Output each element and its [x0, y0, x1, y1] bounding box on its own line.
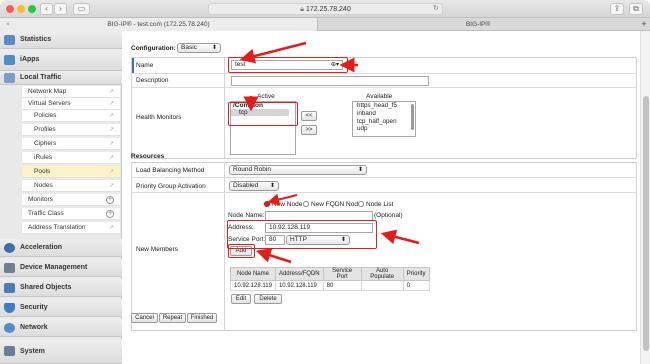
arrow-icon: ↗ [108, 155, 114, 161]
close-window-icon[interactable] [6, 5, 14, 13]
sidebar-item-label: Policies [34, 112, 57, 119]
sidebar-item-nodes[interactable]: Nodes ↗ [22, 180, 120, 192]
statistics-icon [4, 35, 15, 45]
sidebar-section-acceleration[interactable]: Acceleration [0, 239, 122, 257]
zoom-window-icon[interactable] [28, 5, 36, 13]
sidebar-item-network-map[interactable]: Network Map ↗ [22, 86, 120, 98]
sidebar-section-label: iApps [20, 56, 40, 63]
system-icon [4, 346, 15, 356]
sidebar-section-local-traffic[interactable]: Local Traffic [0, 71, 122, 85]
tab-bigip-test[interactable]: × BIG-IP® - test.com (172.25.78.240) [0, 18, 318, 31]
tab-label: BIG-IP® [465, 21, 491, 28]
sidebar-item-label: Address Translation [28, 224, 86, 231]
new-tab-button[interactable]: + [638, 18, 650, 31]
sidebar-section-security[interactable]: Security [0, 299, 122, 317]
sidebar-section-label: Acceleration [20, 244, 63, 251]
sidebar-section-label: Security [20, 304, 48, 311]
sidebar-item-label: Nodes [34, 182, 53, 189]
page-scrollbar[interactable] [640, 31, 650, 364]
sidebar-item-label: Pools [34, 168, 51, 175]
arrow-to-address [380, 229, 420, 245]
sidebar-item-traffic-class[interactable]: Traffic Class + [22, 208, 120, 220]
sidebar-section-label: System [20, 348, 45, 355]
arrow-icon: ↗ [108, 141, 114, 147]
minimize-window-icon[interactable] [17, 5, 25, 13]
arrow-icon: ↗ [108, 127, 114, 133]
sidebar-section-label: Statistics [20, 36, 52, 43]
sidebar-section-network[interactable]: Network [0, 319, 122, 337]
main-content: Configuration: Basic ⬍ Name test ⊕▾ Descr… [123, 31, 639, 364]
arrow-icon: ↗ [108, 113, 114, 119]
forward-button[interactable]: › [54, 3, 67, 15]
sidebar-item-label: iRules [34, 154, 53, 161]
tab-label: BIG-IP® - test.com (172.25.78.240) [107, 21, 210, 28]
sidebar-item-pools[interactable]: Pools ↗ [22, 166, 120, 178]
sidebar-section-shared-objects[interactable]: Shared Objects [0, 279, 122, 297]
title-bar: ‹ › ▭ 🔒︎ 172.25.78.240 ↻ ⇪ ⧉ [0, 0, 650, 18]
add-icon[interactable]: + [106, 196, 114, 204]
back-button[interactable]: ‹ [40, 3, 53, 15]
sidebar-item-ciphers[interactable]: Ciphers ↗ [22, 138, 120, 150]
sidebar-toggle-icon[interactable]: ▭ [73, 3, 90, 15]
tab-close-icon[interactable]: × [6, 18, 10, 31]
address-bar[interactable]: 🔒︎ 172.25.78.240 [208, 3, 443, 15]
arrow-to-add [255, 248, 292, 264]
scrollbar-thumb[interactable] [643, 96, 649, 351]
sidebar-item-label: Ciphers [34, 140, 57, 147]
sidebar-item-label: Virtual Servers [28, 100, 71, 107]
arrow-icon: ↗ [108, 101, 114, 107]
sidebar-item-label: Traffic Class [28, 210, 64, 217]
network-icon [4, 323, 15, 333]
local-traffic-icon [4, 73, 15, 83]
iapps-icon [4, 55, 15, 65]
tab-bigip[interactable]: BIG-IP® [319, 18, 637, 31]
add-icon[interactable]: + [106, 210, 114, 218]
sidebar: Statistics iApps Local Traffic Network M… [0, 31, 122, 364]
arrow-to-name [239, 41, 307, 64]
security-icon [4, 303, 15, 313]
sidebar-item-address-translation[interactable]: Address Translation ↗ [22, 222, 120, 234]
arrow-icon: ↗ [108, 89, 114, 95]
url-text: 172.25.78.240 [305, 6, 351, 13]
browser-window: ‹ › ▭ 🔒︎ 172.25.78.240 ↻ ⇪ ⧉ × BIG-IP® -… [0, 0, 650, 364]
sidebar-section-label: Device Management [20, 264, 88, 271]
sidebar-section-system[interactable]: System [0, 339, 122, 364]
sidebar-item-label: Network Map [28, 88, 67, 95]
arrow-icon: ↗ [108, 169, 114, 175]
sidebar-section-label: Shared Objects [20, 284, 72, 291]
acceleration-icon [4, 243, 15, 253]
arrow-icon: ↗ [108, 225, 114, 231]
annotation-arrows [239, 41, 420, 264]
arrow-icon: ↗ [108, 183, 114, 189]
shared-objects-icon [4, 283, 15, 293]
device-management-icon [4, 263, 15, 273]
sidebar-item-monitors[interactable]: Monitors + [22, 194, 120, 206]
tab-bar: × BIG-IP® - test.com (172.25.78.240) BIG… [0, 18, 650, 31]
sidebar-section-statistics[interactable]: Statistics [0, 31, 122, 49]
sidebar-section-label: Network [20, 324, 48, 331]
sidebar-item-irules[interactable]: iRules ↗ [22, 152, 120, 164]
reload-icon[interactable]: ↻ [433, 4, 439, 12]
tabs-overview-icon[interactable]: ⧉ [629, 3, 643, 15]
arrow-to-new-node [267, 193, 298, 206]
sidebar-section-device-management[interactable]: Device Management [0, 259, 122, 277]
sidebar-item-virtual-servers[interactable]: Virtual Servers ↗ [22, 98, 120, 110]
sidebar-section-label: Local Traffic [20, 74, 62, 81]
sidebar-item-policies[interactable]: Policies ↗ [22, 110, 120, 122]
sidebar-item-label: Monitors [28, 196, 53, 203]
sidebar-item-label: Profiles [34, 126, 56, 133]
sidebar-item-profiles[interactable]: Profiles ↗ [22, 124, 120, 136]
share-icon[interactable]: ⇪ [610, 3, 624, 15]
sidebar-section-iapps[interactable]: iApps [0, 49, 122, 71]
